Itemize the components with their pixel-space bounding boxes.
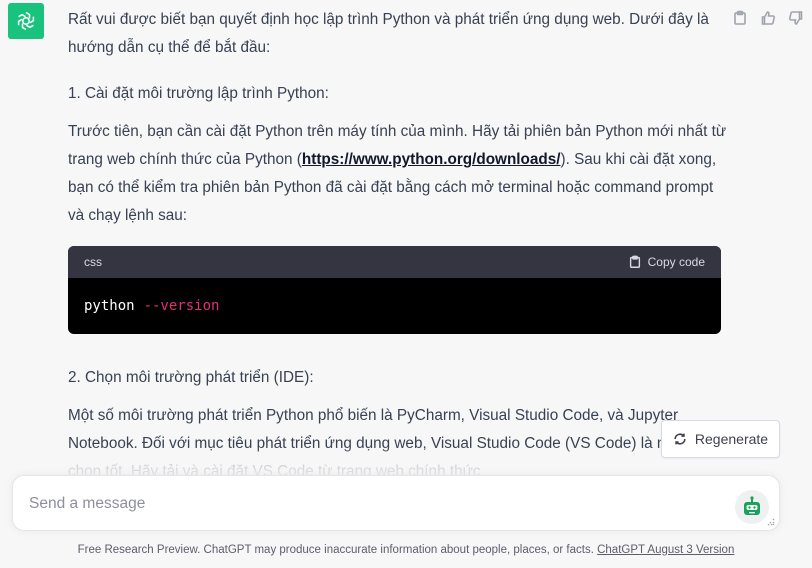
assistant-message: Rất vui được biết bạn quyết định học lập… [68,6,728,486]
robot-assistant-icon [744,496,760,515]
thumbs-down-icon[interactable] [786,8,806,28]
resize-grip-icon[interactable] [767,518,775,526]
section-2-heading: 2. Chọn môi trường phát triển (IDE): [68,369,314,386]
clipboard-icon[interactable] [730,8,750,28]
version-link[interactable]: ChatGPT August 3 Version [597,544,734,556]
footer-text: Free Research Preview. ChatGPT may produ… [77,544,598,556]
code-block-header: css Copy code [68,246,721,278]
assistant-bot-button[interactable] [735,490,769,524]
footer-disclaimer: Free Research Preview. ChatGPT may produ… [0,544,812,556]
message-composer [12,475,780,531]
copy-code-label: Copy code [647,255,705,269]
assistant-avatar [8,3,44,39]
message-actions [730,8,806,28]
code-content: python --version [68,278,721,334]
clipboard-icon [629,255,640,268]
python-downloads-link[interactable]: https://www.python.org/downloads/ [302,151,561,168]
intro-paragraph: Rất vui được biết bạn quyết định học lập… [68,11,709,56]
openai-logo-icon [17,11,35,31]
section-2-paragraph: Một số môi trường phát triển Python phổ … [68,402,728,486]
regenerate-button[interactable]: Regenerate [661,420,780,458]
refresh-icon [674,433,686,445]
code-command: python [84,298,135,314]
section-1-heading: 1. Cài đặt môi trường lập trình Python: [68,85,329,102]
thumbs-up-icon[interactable] [758,8,778,28]
section-1-paragraph: Trước tiên, bạn cần cài đặt Python trên … [68,118,728,230]
code-block: css Copy code python --version [68,246,721,334]
message-input[interactable] [29,492,709,516]
code-language-label: css [84,255,102,269]
code-flag: --version [143,298,220,314]
copy-code-button[interactable]: Copy code [628,248,705,276]
section-2-text: Một số môi trường phát triển Python phổ … [68,407,683,452]
regenerate-label: Regenerate [694,431,769,447]
